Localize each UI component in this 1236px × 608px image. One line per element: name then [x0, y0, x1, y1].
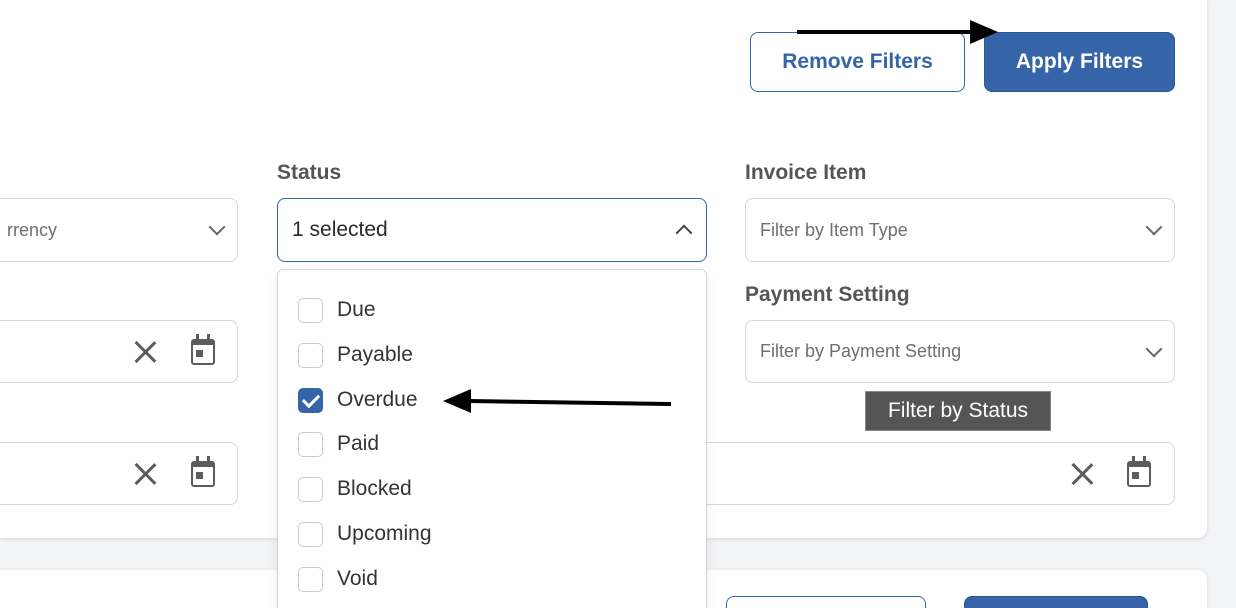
- annotation-arrow: [797, 20, 998, 44]
- annotation-arrow: [443, 389, 672, 413]
- annotation-arrows: [443, 20, 998, 413]
